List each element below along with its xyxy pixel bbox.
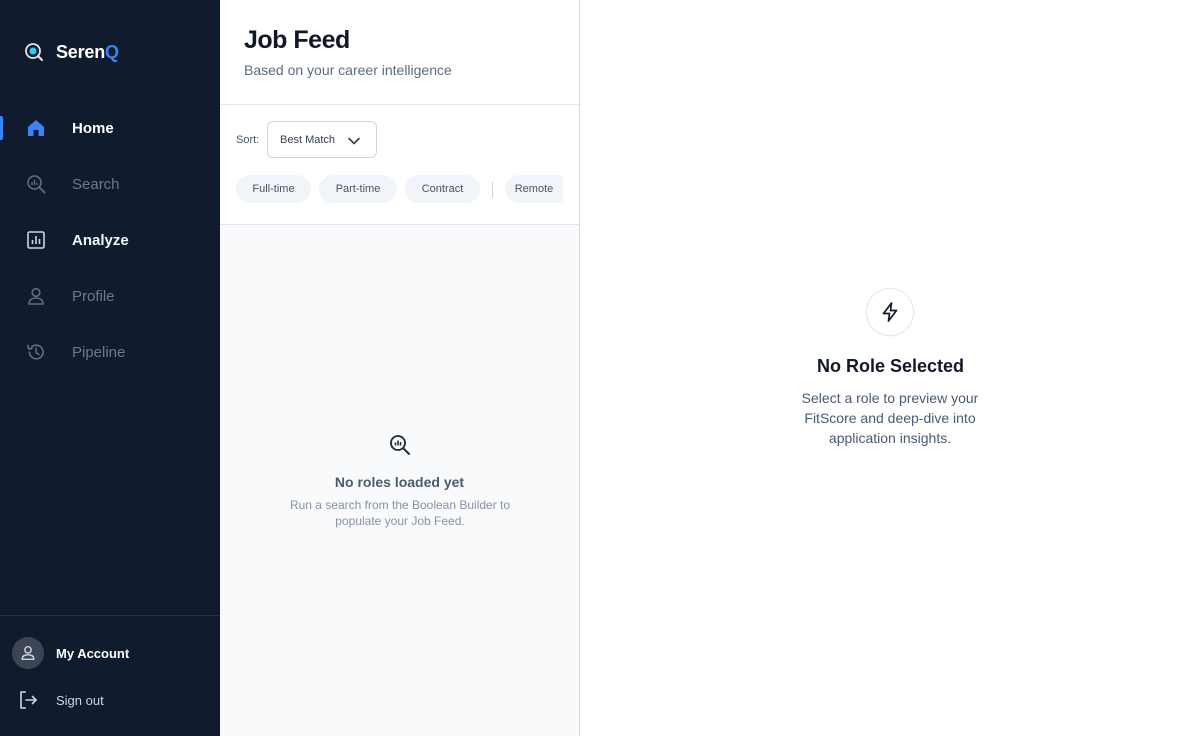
chip-full-time[interactable]: Full-time	[236, 175, 311, 203]
search-analytics-icon	[27, 175, 46, 194]
empty-state-title: No roles loaded yet	[334, 474, 465, 490]
no-role-title: No Role Selected	[816, 356, 965, 376]
chip-part-time[interactable]: Part-time	[319, 175, 397, 203]
home-icon	[28, 120, 44, 136]
bolt-icon	[882, 302, 898, 322]
chip-divider	[492, 182, 493, 198]
user-avatar-icon	[21, 645, 35, 661]
sign-out-label: Sign out	[56, 692, 104, 708]
chip-remote[interactable]: Remote	[505, 175, 563, 203]
job-feed-panel: Job Feed Based on your career intelligen…	[220, 0, 580, 736]
no-role-description: Select a role to preview your FitScore a…	[801, 390, 979, 446]
sidebar-item-label: Home	[72, 119, 114, 137]
sort-value: Best Match	[280, 134, 336, 146]
sort-label: Sort:	[236, 134, 260, 146]
sidebar-item-analyze[interactable]: Analyze	[0, 212, 220, 268]
sidebar-item-search[interactable]: Search	[0, 156, 220, 212]
page-title: Job Feed	[244, 26, 350, 54]
sign-out-icon	[20, 691, 37, 709]
empty-state-description: Run a search from the Boolean Builder to…	[289, 498, 511, 528]
brand[interactable]: SerenQ	[24, 40, 119, 64]
sidebar-nav: Home Search Analyze Profile Pipeline	[0, 100, 220, 380]
sidebar-item-label: Search	[72, 175, 120, 193]
account-label: My Account	[56, 645, 130, 661]
sidebar-item-home[interactable]: Home	[0, 100, 220, 156]
bar-chart-icon	[27, 231, 45, 249]
avatar	[12, 637, 44, 669]
sign-out-button[interactable]: Sign out	[18, 690, 104, 710]
empty-feed-state: No roles loaded yet Run a search from th…	[220, 225, 579, 736]
chevron-down-icon	[348, 137, 360, 145]
sidebar-item-profile[interactable]: Profile	[0, 268, 220, 324]
chip-contract[interactable]: Contract	[405, 175, 480, 203]
brand-name: SerenQ	[56, 41, 119, 62]
filter-bar: Sort: Best Match Full-time Part-time Con…	[220, 105, 579, 225]
sidebar-item-label: Pipeline	[72, 343, 126, 361]
active-indicator	[0, 116, 3, 140]
history-icon	[27, 344, 44, 360]
bolt-badge	[866, 288, 914, 336]
lens-logo-icon	[25, 43, 43, 61]
search-analytics-icon	[390, 435, 410, 455]
sort-select[interactable]: Best Match	[267, 121, 377, 158]
role-detail-panel: No Role Selected Select a role to previe…	[581, 0, 1200, 736]
sidebar-footer: My Account Sign out	[0, 615, 220, 736]
my-account-button[interactable]: My Account	[12, 637, 129, 669]
sidebar: SerenQ Home Search Analyze Profile Pipel…	[0, 0, 220, 736]
sidebar-item-label: Analyze	[72, 231, 129, 249]
sidebar-item-pipeline[interactable]: Pipeline	[0, 324, 220, 380]
sidebar-item-label: Profile	[72, 287, 115, 305]
user-icon	[28, 287, 44, 305]
job-feed-header: Job Feed Based on your career intelligen…	[220, 0, 579, 105]
page-subtitle: Based on your career intelligence	[244, 62, 452, 78]
